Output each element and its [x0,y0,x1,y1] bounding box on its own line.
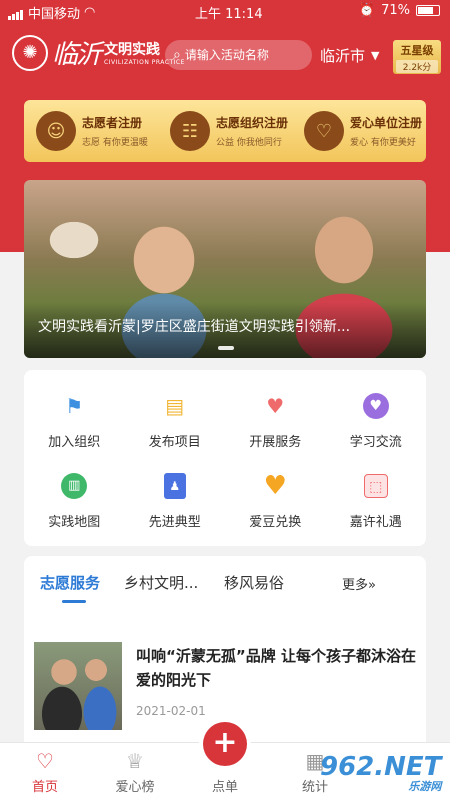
reg-title: 爱心单位注册 [350,116,423,130]
carousel-indicator[interactable] [218,346,234,350]
star-level-badge[interactable]: 五星级 2.2k分 [393,40,441,74]
reg-title: 志愿组织注册 [216,116,289,130]
wifi-icon: ◠ [84,5,96,20]
grid-item-join-org[interactable]: ⚑ 加入组织 [24,380,125,460]
heart-badge-icon: ♥ [361,391,391,421]
charity-unit-register[interactable]: ♡ 爱心单位注册 爱心 有你更美好 [292,100,426,162]
signal-icon [8,5,24,20]
grid-item-practice-map[interactable]: ▥ 实践地图 [24,460,125,540]
group-icon: ☷ [170,111,210,151]
reg-subtitle: 公益 你我他同行 [216,138,282,148]
status-right: ⏰ 71% [359,3,440,18]
news-tabs: 志愿服务 乡村文明... 移风易俗 更多» [24,556,426,606]
star-level: 五星级 [400,44,434,57]
grid-item-service[interactable]: ♥ 开展服务 [225,380,326,460]
battery-percent: 71% [381,3,410,18]
grid-label: 爱豆兑换 [249,514,302,530]
article-date: 2021-02-01 [136,704,206,718]
grid-label: 发布项目 [148,434,201,450]
nav-home[interactable]: ♡ 首页 [5,749,85,795]
gift-icon: ⬚ [361,471,391,501]
nav-label: 爱心榜 [115,780,155,795]
nav-label: 首页 [31,780,58,795]
status-bar: 中国移动 ◠ 上午 11:14 ⏰ 71% [0,0,450,22]
points: 2.2k分 [396,60,438,73]
reg-subtitle: 爱心 有你更美好 [350,138,416,148]
heart-icon: ♡ [304,111,344,151]
chevron-down-icon: ▼ [371,49,380,62]
grid-label: 实践地图 [48,514,101,530]
reg-title: 志愿者注册 [82,116,143,130]
map-icon: ▥ [59,471,89,501]
nav-label: 点单 [211,780,238,795]
alarm-icon: ⏰ [358,3,376,18]
organization-register[interactable]: ☷ 志愿组织注册 公益 你我他同行 [158,100,292,162]
grid-item-learning[interactable]: ♥ 学习交流 [326,380,427,460]
heart-icon: ♥ [263,470,287,501]
logo-emblem-icon: ✺ [12,34,48,71]
search-icon: ⌕ [173,47,181,63]
article-thumbnail [34,642,122,730]
grid-label: 学习交流 [349,434,402,450]
grid-item-publish-project[interactable]: ▤ 发布项目 [125,380,226,460]
grid-label: 先进典型 [148,514,201,530]
tab-customs[interactable]: 移风易俗 [224,572,284,593]
battery-icon [416,5,440,16]
crown-icon: ♕ [126,749,144,773]
search-bar[interactable]: ⌕ [165,40,312,70]
document-icon: ▤ [165,393,185,418]
active-tab-indicator [62,600,86,603]
grid-label: 开展服务 [249,434,302,450]
banner-carousel[interactable]: 文明实践看沂蒙|罗庄区盛庄街道文明实践引领新... [24,180,426,358]
award-icon: ♟ [160,471,190,501]
clock: 上午 11:14 [195,7,263,22]
search-input[interactable] [184,48,300,62]
grid-item-rewards[interactable]: ⬚ 嘉许礼遇 [326,460,427,540]
article-title: 叫响“沂蒙无孤”品牌 让每个孩子都沐浴在爱的阳光下 [136,647,416,689]
app-header: ✺ 临沂 文明实践 CIVILIZATION PRACTICE ⌕ 临沂市 ▼ … [0,22,450,92]
logo-city: 临沂 [52,40,102,70]
city-selector[interactable]: 临沂市 ▼ [320,45,379,66]
more-link[interactable]: 更多» [342,574,376,593]
person-icon: ☺ [36,111,76,151]
logo: ✺ 临沂 文明实践 CIVILIZATION PRACTICE [12,34,185,71]
city-label: 临沂市 [320,47,366,65]
banner-caption: 文明实践看沂蒙|罗庄区盛庄街道文明实践引领新... [38,319,351,335]
carrier-info: 中国移动 ◠ [8,3,95,22]
watermark: 962.NET 乐游网 [320,752,441,794]
tab-rural-civilization[interactable]: 乡村文明... [124,572,198,593]
hands-heart-icon: ♥ [266,393,285,418]
reg-subtitle: 志愿 有你更温暖 [82,138,148,148]
grid-label: 加入组织 [48,434,101,450]
feature-grid: ⚑ 加入组织 ▤ 发布项目 ♥ 开展服务 ♥ 学习交流 ▥ 实践地图 ♟ 先进典… [24,370,426,546]
volunteer-register[interactable]: ☺ 志愿者注册 志愿 有你更温暖 [24,100,158,162]
news-article[interactable]: 叫响“沂蒙无孤”品牌 让每个孩子都沐浴在爱的阳光下 2021-02-01 [34,642,416,732]
flag-icon: ⚑ [65,393,84,418]
grid-item-models[interactable]: ♟ 先进典型 [125,460,226,540]
plus-icon[interactable]: + [203,722,247,766]
heart-home-icon: ♡ [36,749,54,773]
nav-leaderboard[interactable]: ♕ 爱心榜 [95,749,175,795]
tab-volunteer-service[interactable]: 志愿服务 [40,572,100,593]
registration-panel: ☺ 志愿者注册 志愿 有你更温暖 ☷ 志愿组织注册 公益 你我他同行 ♡ 爱心单… [24,100,426,162]
grid-label: 嘉许礼遇 [349,514,402,530]
grid-item-exchange[interactable]: ♥ 爱豆兑换 [225,460,326,540]
carrier-name: 中国移动 [28,7,81,22]
